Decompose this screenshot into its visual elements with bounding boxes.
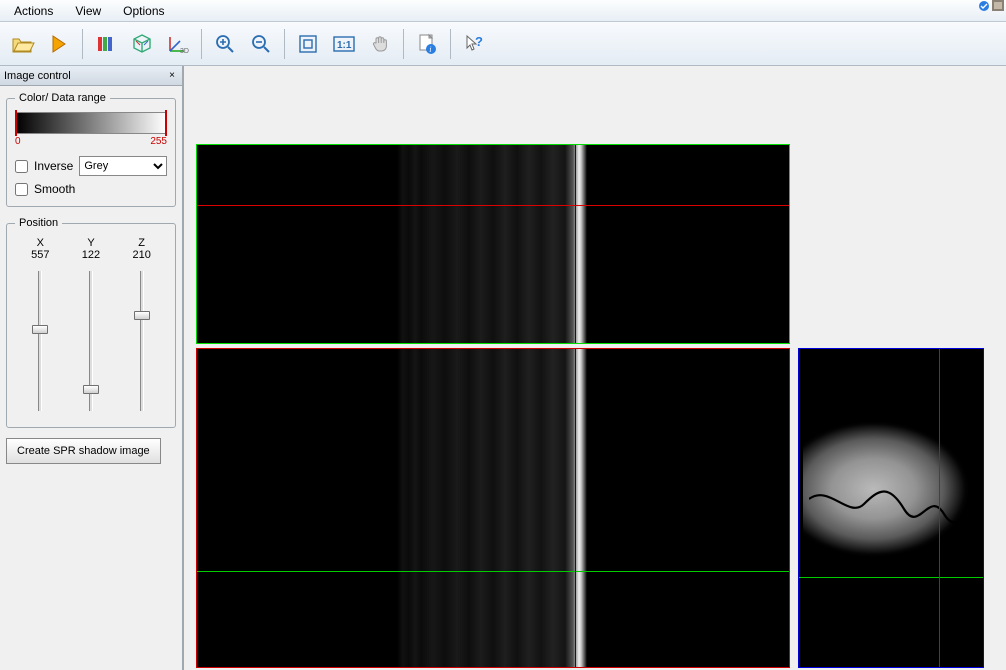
svg-text:1:1: 1:1: [337, 40, 352, 51]
axis-y-label: Y: [71, 237, 111, 249]
xyz-axes-button[interactable]: 3D: [161, 27, 195, 61]
gradient-min-handle[interactable]: [15, 110, 17, 136]
run-button[interactable]: [42, 27, 76, 61]
toolbar-separator: [82, 29, 83, 59]
page-info-button[interactable]: i: [410, 27, 444, 61]
crosshair-horizontal-red: [197, 205, 789, 206]
scan-image: [397, 145, 597, 343]
viewport-xz[interactable]: [196, 144, 790, 344]
svg-text:?: ?: [475, 34, 483, 49]
menu-options[interactable]: Options: [113, 1, 174, 21]
crosshair-horizontal-green: [799, 577, 983, 578]
color-stack-button[interactable]: [89, 27, 123, 61]
menu-view[interactable]: View: [65, 1, 111, 21]
crosshair-horizontal-green: [197, 571, 789, 572]
x-slider[interactable]: [20, 267, 60, 417]
gradient-bar[interactable]: [15, 112, 167, 134]
smooth-checkbox[interactable]: [15, 183, 28, 196]
crosshair-vertical-red: [939, 349, 940, 667]
svg-text:3D: 3D: [180, 48, 189, 55]
crosshair-vertical-blue: [575, 145, 576, 343]
position-group: Position X Y Z 557 122 210: [6, 217, 176, 428]
toolbar-separator: [403, 29, 404, 59]
axis-z-label: Z: [122, 237, 162, 249]
pointer-help-button[interactable]: ?: [457, 27, 491, 61]
smooth-label: Smooth: [34, 182, 75, 196]
toolbar-separator: [201, 29, 202, 59]
colormap-select[interactable]: Grey: [79, 156, 167, 176]
z-slider[interactable]: [122, 267, 162, 417]
actual-size-button[interactable]: 1:1: [327, 27, 361, 61]
pan-hand-button[interactable]: [363, 27, 397, 61]
axis-x-value: 557: [20, 249, 60, 261]
menu-actions[interactable]: Actions: [4, 1, 63, 21]
panel-title: Image control: [4, 70, 71, 82]
viewport-yz[interactable]: [798, 348, 984, 668]
color-range-legend: Color/ Data range: [15, 92, 110, 104]
position-legend: Position: [15, 217, 62, 229]
scan-image: [397, 349, 597, 667]
viewport-area: [184, 66, 1006, 670]
gradient-max-handle[interactable]: [165, 110, 167, 136]
render-3d-button[interactable]: [125, 27, 159, 61]
color-data-range-group: Color/ Data range 0 255 Inverse Grey: [6, 92, 176, 207]
viewport-xy[interactable]: [196, 348, 790, 668]
user-avatar-badge: [976, 0, 1004, 12]
crosshair-vertical-blue: [575, 349, 576, 667]
fit-window-button[interactable]: [291, 27, 325, 61]
menubar: Actions View Options: [0, 0, 1006, 22]
toolbar: 3D 1:1: [0, 22, 1006, 66]
svg-text:i: i: [429, 45, 431, 54]
toolbar-separator: [450, 29, 451, 59]
image-control-panel: Image control × Color/ Data range 0 255 …: [0, 66, 184, 670]
y-slider[interactable]: [71, 267, 111, 417]
scan-image: [803, 389, 979, 589]
axis-z-value: 210: [122, 249, 162, 261]
gradient-min-label: 0: [15, 136, 21, 147]
axis-y-value: 122: [71, 249, 111, 261]
zoom-in-button[interactable]: [208, 27, 242, 61]
gradient-max-label: 255: [150, 136, 167, 147]
axis-x-label: X: [20, 237, 60, 249]
inverse-checkbox[interactable]: [15, 160, 28, 173]
open-file-button[interactable]: [6, 27, 40, 61]
close-icon[interactable]: ×: [166, 70, 178, 81]
create-spr-shadow-button[interactable]: Create SPR shadow image: [6, 438, 161, 464]
zoom-out-button[interactable]: [244, 27, 278, 61]
inverse-label: Inverse: [34, 159, 73, 173]
toolbar-separator: [284, 29, 285, 59]
